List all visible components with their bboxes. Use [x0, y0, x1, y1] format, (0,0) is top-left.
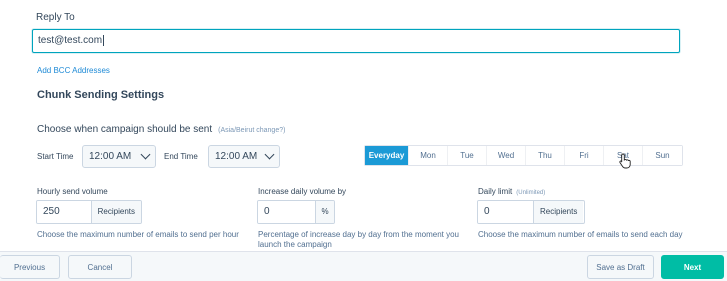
- day-fri[interactable]: Fri: [565, 146, 604, 165]
- hourly-volume-input[interactable]: 250: [37, 201, 92, 223]
- daily-limit-label: Daily limit: [478, 187, 513, 196]
- start-time-label: Start Time: [37, 152, 74, 161]
- cancel-button[interactable]: Cancel: [68, 255, 132, 279]
- add-bcc-link[interactable]: Add BCC Addresses: [37, 66, 110, 75]
- reply-to-value: test@test.com: [38, 35, 103, 46]
- hourly-volume-suffix: Recipients: [91, 201, 141, 223]
- day-tue[interactable]: Tue: [448, 146, 487, 165]
- day-selector: Everyday Mon Tue Wed Thu Fri Sat Sun: [364, 145, 683, 166]
- percent-suffix: %: [316, 201, 334, 223]
- end-time-value: 12:00 AM: [215, 151, 258, 162]
- daily-limit-label-row: Daily limit (Unlimited): [478, 187, 545, 196]
- daily-limit-help: Choose the maximum number of emails to s…: [478, 230, 683, 239]
- chevron-down-icon: [264, 149, 275, 160]
- footer-bar: Previous Cancel Save as Draft Next: [0, 251, 727, 281]
- schedule-title: Choose when campaign should be sent: [37, 124, 213, 135]
- end-time-label: End Time: [164, 152, 198, 161]
- chevron-down-icon: [140, 149, 151, 160]
- day-everyday[interactable]: Everyday: [365, 146, 409, 165]
- start-time-select[interactable]: 12:00 AM: [82, 145, 156, 168]
- day-wed[interactable]: Wed: [487, 146, 526, 165]
- chunk-sending-heading: Chunk Sending Settings: [37, 89, 165, 101]
- hourly-volume-label: Hourly send volume: [37, 187, 108, 196]
- end-time-select[interactable]: 12:00 AM: [208, 145, 280, 168]
- day-thu[interactable]: Thu: [526, 146, 565, 165]
- hand-pointer-icon: [619, 153, 631, 169]
- day-mon[interactable]: Mon: [409, 146, 448, 165]
- save-draft-button[interactable]: Save as Draft: [587, 255, 654, 279]
- previous-button[interactable]: Previous: [0, 255, 60, 279]
- day-sun[interactable]: Sun: [643, 146, 682, 165]
- increase-volume-help: Percentage of increase day by day from t…: [258, 230, 459, 249]
- timezone-change-link[interactable]: (Asia/Beirut change?): [218, 127, 285, 134]
- increase-volume-input[interactable]: 0: [258, 201, 316, 223]
- text-caret: [103, 34, 105, 46]
- next-button[interactable]: Next: [661, 255, 724, 279]
- reply-to-label: Reply To: [36, 12, 75, 23]
- daily-limit-note: (Unlimited): [516, 190, 546, 196]
- hourly-volume-help: Choose the maximum number of emails to s…: [37, 230, 239, 239]
- start-time-value: 12:00 AM: [89, 151, 132, 162]
- hourly-volume-field: 250 Recipients: [36, 200, 142, 224]
- daily-limit-field: 0 Recipients: [477, 200, 585, 224]
- increase-volume-field: 0 %: [257, 200, 335, 224]
- daily-limit-suffix: Recipients: [534, 201, 584, 223]
- reply-to-input[interactable]: test@test.com: [32, 29, 680, 53]
- schedule-title-row: Choose when campaign should be sent (Asi…: [37, 124, 285, 135]
- increase-volume-label: Increase daily volume by: [258, 187, 347, 196]
- daily-limit-input[interactable]: 0: [478, 201, 534, 223]
